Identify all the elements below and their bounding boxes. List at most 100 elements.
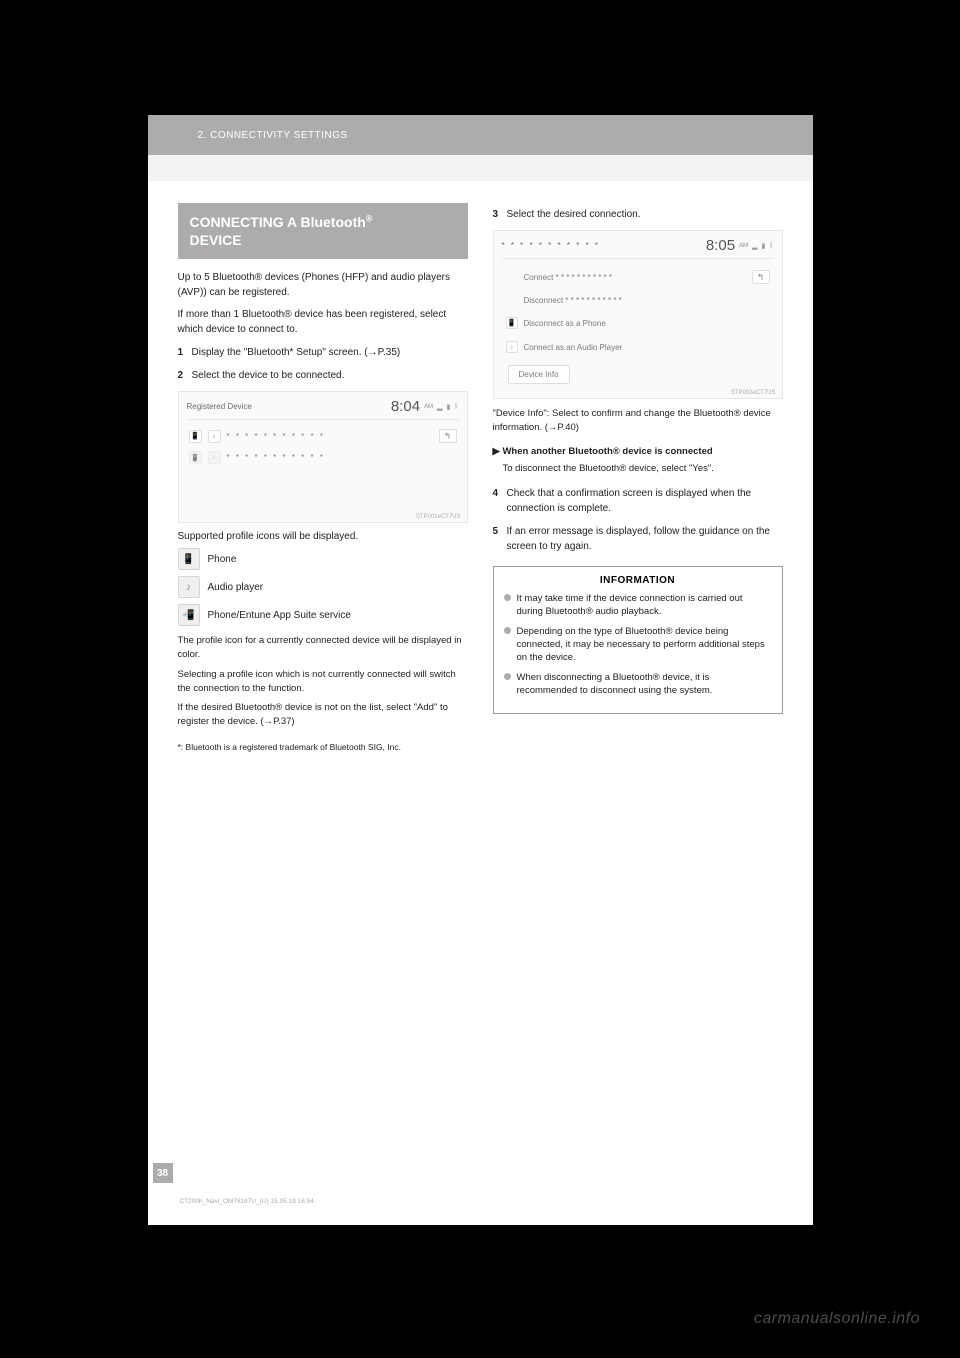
bullet-icon	[504, 627, 511, 634]
info-bullet-2: Depending on the type of Bluetooth® devi…	[504, 625, 772, 665]
when-another-heading: ▶ When another Bluetooth® device is conn…	[493, 445, 783, 459]
device-name: * * * * * * * * * * *	[227, 432, 433, 441]
step-text: Display the "Bluetooth* Setup" screen. (…	[192, 345, 468, 360]
bullet-icon	[504, 594, 511, 601]
row-label: Connect as an Audio Player	[524, 343, 623, 352]
bluetooth-icon: ᛒ	[454, 403, 458, 410]
disconnect-note: To disconnect the Bluetooth® device, sel…	[503, 462, 783, 476]
bullet-text: It may take time if the device connectio…	[517, 592, 772, 619]
device-info-button[interactable]: Device Info	[508, 365, 570, 384]
step-5: 5 If an error message is displayed, foll…	[493, 524, 783, 554]
disconnect-phone-row[interactable]: 📱 Disconnect as a Phone	[502, 311, 774, 335]
legend-label: Audio player	[208, 582, 264, 593]
left-column: CONNECTING A Bluetooth® DEVICE Up to 5 B…	[178, 203, 468, 753]
info-title: INFORMATION	[504, 575, 772, 586]
row-label: Disconnect * * * * * * * * * * *	[524, 296, 622, 305]
step-2: 2 Select the device to be connected.	[178, 368, 468, 383]
info-bullet-3: When disconnecting a Bluetooth® device, …	[504, 671, 772, 698]
screenshot-title: Registered Device	[187, 402, 252, 411]
bullet-text: When disconnecting a Bluetooth® device, …	[517, 671, 772, 698]
note-3: If the desired Bluetooth® device is not …	[178, 701, 468, 729]
screenshot-header: * * * * * * * * * * * 8:05 AM ▂ ▮ ᛒ	[502, 237, 774, 259]
disconnect-row[interactable]: Disconnect * * * * * * * * * * *	[502, 290, 774, 311]
step-text: Check that a confirmation screen is disp…	[507, 486, 783, 516]
intro-text-1: Up to 5 Bluetooth® devices (Phones (HFP)…	[178, 271, 468, 300]
manual-page: 2. CONNECTIVITY SETTINGS CONNECTING A Bl…	[148, 115, 813, 1225]
battery-icon: ▮	[446, 403, 450, 411]
watermark: carmanualsonline.info	[754, 1310, 920, 1328]
music-note-icon: ♪	[506, 341, 518, 353]
device-info-note: "Device Info": Select to confirm and cha…	[493, 407, 783, 435]
intro-text-2: If more than 1 Bluetooth® device has bee…	[178, 308, 468, 337]
step-text: Select the desired connection.	[507, 207, 783, 222]
step-1: 1 Display the "Bluetooth* Setup" screen.…	[178, 345, 468, 360]
legend-label: Phone	[208, 554, 237, 565]
legend-label: Phone/Entune App Suite service	[208, 610, 351, 621]
step-number: 5	[493, 524, 507, 554]
step-number: 3	[493, 207, 507, 222]
registered-sup: ®	[366, 213, 373, 223]
below-screenshot-text: Supported profile icons will be displaye…	[178, 531, 468, 542]
information-box: INFORMATION It may take time if the devi…	[493, 566, 783, 714]
music-note-icon: ♪	[178, 576, 200, 598]
step-number: 2	[178, 368, 192, 383]
screenshot-clock: 8:04 AM ▂ ▮ ᛒ	[391, 398, 459, 415]
footnote: *: Bluetooth is a registered trademark o…	[178, 741, 468, 753]
back-icon[interactable]: ↰	[439, 429, 457, 443]
legend-row-phone: 📱 Phone	[178, 548, 468, 570]
device-row-1[interactable]: 📱 ♪ * * * * * * * * * * * ↰	[187, 425, 459, 447]
step-number: 1	[178, 345, 192, 360]
legend-row-entune: 📲 Phone/Entune App Suite service	[178, 604, 468, 626]
bullet-icon	[504, 673, 511, 680]
step-number: 4	[493, 486, 507, 516]
clock-ampm: AM	[424, 404, 433, 410]
status-icons: ▂ ▮ ᛒ	[437, 403, 458, 411]
right-column: 3 Select the desired connection. * * * *…	[493, 203, 783, 753]
clock-time: 8:04	[391, 398, 420, 415]
breadcrumb: 2. CONNECTIVITY SETTINGS	[198, 130, 348, 141]
connect-audio-row[interactable]: ♪ Connect as an Audio Player	[502, 335, 774, 359]
screenshot-header: Registered Device 8:04 AM ▂ ▮ ᛒ	[187, 398, 459, 420]
subheader-bar	[148, 155, 813, 181]
screenshot-caption: STP002eCT7US	[731, 390, 776, 396]
audio-icon: ♪	[208, 430, 221, 443]
header-bar: 2. CONNECTIVITY SETTINGS	[148, 115, 813, 155]
audio-icon: ♪	[208, 451, 221, 464]
back-icon[interactable]: ↰	[752, 270, 770, 284]
phone-icon: 📱	[189, 430, 202, 443]
note-2: Selecting a profile icon which is not cu…	[178, 668, 468, 696]
content-columns: CONNECTING A Bluetooth® DEVICE Up to 5 B…	[148, 181, 813, 753]
title-line2: DEVICE	[190, 232, 242, 248]
footer-meta: CT200h_Navi_OM76187U_(U) 15.05.18 16:54	[180, 1198, 314, 1205]
signal-icon: ▂	[752, 242, 757, 250]
signal-icon: ▂	[437, 403, 442, 411]
clock-ampm: AM	[739, 243, 748, 249]
step-text: Select the device to be connected.	[192, 368, 468, 383]
connect-row[interactable]: Connect * * * * * * * * * * * ↰	[502, 264, 774, 290]
step-3: 3 Select the desired connection.	[493, 207, 783, 222]
note-1: The profile icon for a currently connect…	[178, 634, 468, 662]
step-4: 4 Check that a confirmation screen is di…	[493, 486, 783, 516]
step-text: If an error message is displayed, follow…	[507, 524, 783, 554]
title-line1: CONNECTING A Bluetooth	[190, 214, 366, 230]
row-label: Disconnect as a Phone	[524, 319, 606, 328]
phone-icon: 📱	[506, 317, 518, 329]
info-bullet-1: It may take time if the device connectio…	[504, 592, 772, 619]
entune-icon: 📲	[178, 604, 200, 626]
battery-icon: ▮	[761, 242, 765, 250]
device-row-2[interactable]: 📱 ♪ * * * * * * * * * * *	[187, 447, 459, 468]
clock-time: 8:05	[706, 237, 735, 254]
legend-row-audio: ♪ Audio player	[178, 576, 468, 598]
device-name: * * * * * * * * * * *	[227, 453, 457, 462]
screenshot-caption: STP001eCT7US	[416, 514, 461, 520]
page-number: 38	[153, 1163, 173, 1183]
phone-icon: 📱	[178, 548, 200, 570]
status-icons: ▂ ▮ ᛒ	[752, 242, 773, 250]
screenshot-title: * * * * * * * * * * *	[502, 241, 600, 250]
bluetooth-icon: ᛒ	[769, 242, 773, 249]
screenshot-connection-options: * * * * * * * * * * * 8:05 AM ▂ ▮ ᛒ Conn…	[493, 230, 783, 399]
screenshot-registered-device: Registered Device 8:04 AM ▂ ▮ ᛒ 📱 ♪ *	[178, 391, 468, 523]
phone-icon: 📱	[189, 451, 202, 464]
screenshot-clock: 8:05 AM ▂ ▮ ᛒ	[706, 237, 774, 254]
profile-icon-legend: 📱 Phone ♪ Audio player 📲 Phone/Entune Ap…	[178, 548, 468, 626]
